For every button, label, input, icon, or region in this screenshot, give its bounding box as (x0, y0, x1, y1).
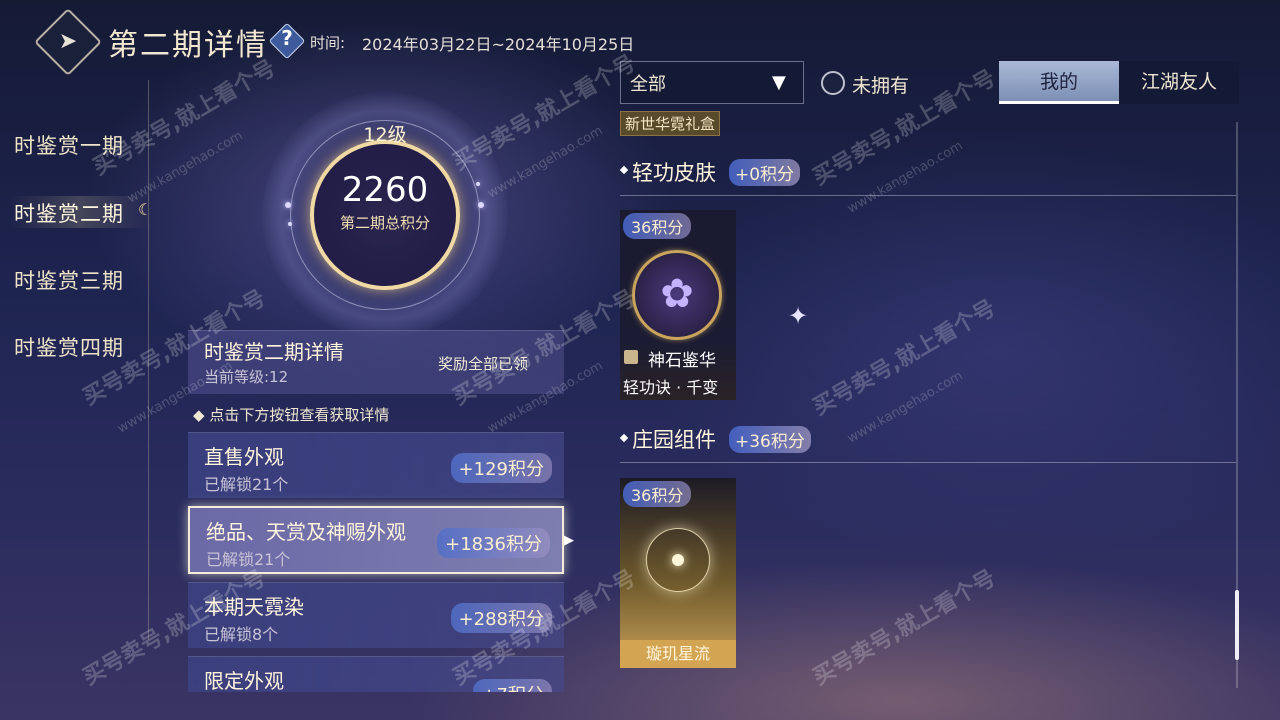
caret-down-icon: ▼ (772, 72, 786, 93)
selected-arrow-icon: ▶ (564, 533, 574, 548)
nav-item-period-2[interactable]: 时鉴赏二期 (14, 198, 124, 228)
item-card-estate[interactable]: 36积分 璇玑星流 (620, 478, 736, 668)
ring-star-dot (288, 222, 292, 226)
question-icon: ? (281, 26, 293, 50)
level-label: 12级 (363, 124, 407, 146)
section-points: +0积分 (729, 159, 801, 186)
category-unlocked: 已解锁21个 (204, 475, 289, 494)
back-arrow-icon: ➤ (58, 29, 78, 54)
ring-star-dot (476, 182, 480, 186)
item-name: 璇玑星流 (620, 640, 736, 668)
tab-mine[interactable]: 我的 (999, 61, 1119, 104)
category-points: +1836积分 (437, 528, 550, 558)
moon-icon: ☾ (138, 200, 153, 219)
ring-star-dot (285, 202, 291, 208)
section-bullet-icon (619, 165, 629, 175)
item-subname: 轻功诀 · 千变 (623, 378, 719, 397)
category-title: 绝品、天赏及神赐外观 (206, 520, 406, 544)
time-label: 时间: (310, 34, 346, 52)
total-score: 2260 (341, 170, 429, 210)
category-card-premium[interactable]: 绝品、天赏及神赐外观 已解锁21个 +1836积分 (188, 506, 564, 574)
item-points: 36积分 (623, 213, 692, 239)
not-owned-radio[interactable] (821, 71, 845, 95)
hint-text: ◆ 点击下方按钮查看获取详情 (193, 406, 390, 424)
scrollbar-thumb[interactable] (1235, 590, 1239, 660)
item-points: 36积分 (623, 481, 692, 507)
skin-emblem-image: ✿ (632, 250, 722, 340)
ring-star-dot (478, 202, 484, 208)
section-divider (620, 462, 1236, 463)
category-unlocked: 已解锁8个 (204, 625, 279, 644)
category-points: +7积分 (473, 679, 552, 692)
sparkle-icon: ✦ (788, 302, 809, 330)
watermark-text: 买号卖号,就上看个号 (808, 565, 1001, 691)
section-title-qinggong: 轻功皮肤 (632, 161, 716, 185)
item-name: 神石鉴华 (648, 351, 716, 371)
star-core-image (672, 554, 684, 566)
section-points: +36积分 (729, 426, 811, 453)
nav-item-period-4[interactable]: 时鉴赏四期 (14, 332, 124, 362)
time-range: 2024年03月22日~2024年10月25日 (362, 35, 635, 54)
category-card-direct-sale[interactable]: 直售外观 已解锁21个 +129积分 (188, 432, 564, 498)
section-title-estate: 庄园组件 (632, 428, 716, 452)
section-bullet-icon (619, 433, 629, 443)
not-owned-label: 未拥有 (852, 75, 910, 97)
category-title: 直售外观 (204, 445, 284, 469)
category-points: +129积分 (450, 453, 552, 483)
total-score-label: 第二期总积分 (339, 214, 430, 232)
nav-item-period-3[interactable]: 时鉴赏三期 (14, 265, 124, 295)
page-title: 第二期详情 (108, 28, 268, 63)
gift-box-tag: 新世华霓礼盒 (620, 111, 721, 136)
figure-icon: ✿ (660, 271, 694, 317)
hint-label: 点击下方按钮查看获取详情 (209, 406, 390, 424)
section-divider (620, 195, 1236, 196)
tab-friends[interactable]: 江湖友人 (1119, 61, 1239, 104)
category-title: 限定外观 (204, 669, 284, 692)
lock-icon (624, 350, 638, 364)
